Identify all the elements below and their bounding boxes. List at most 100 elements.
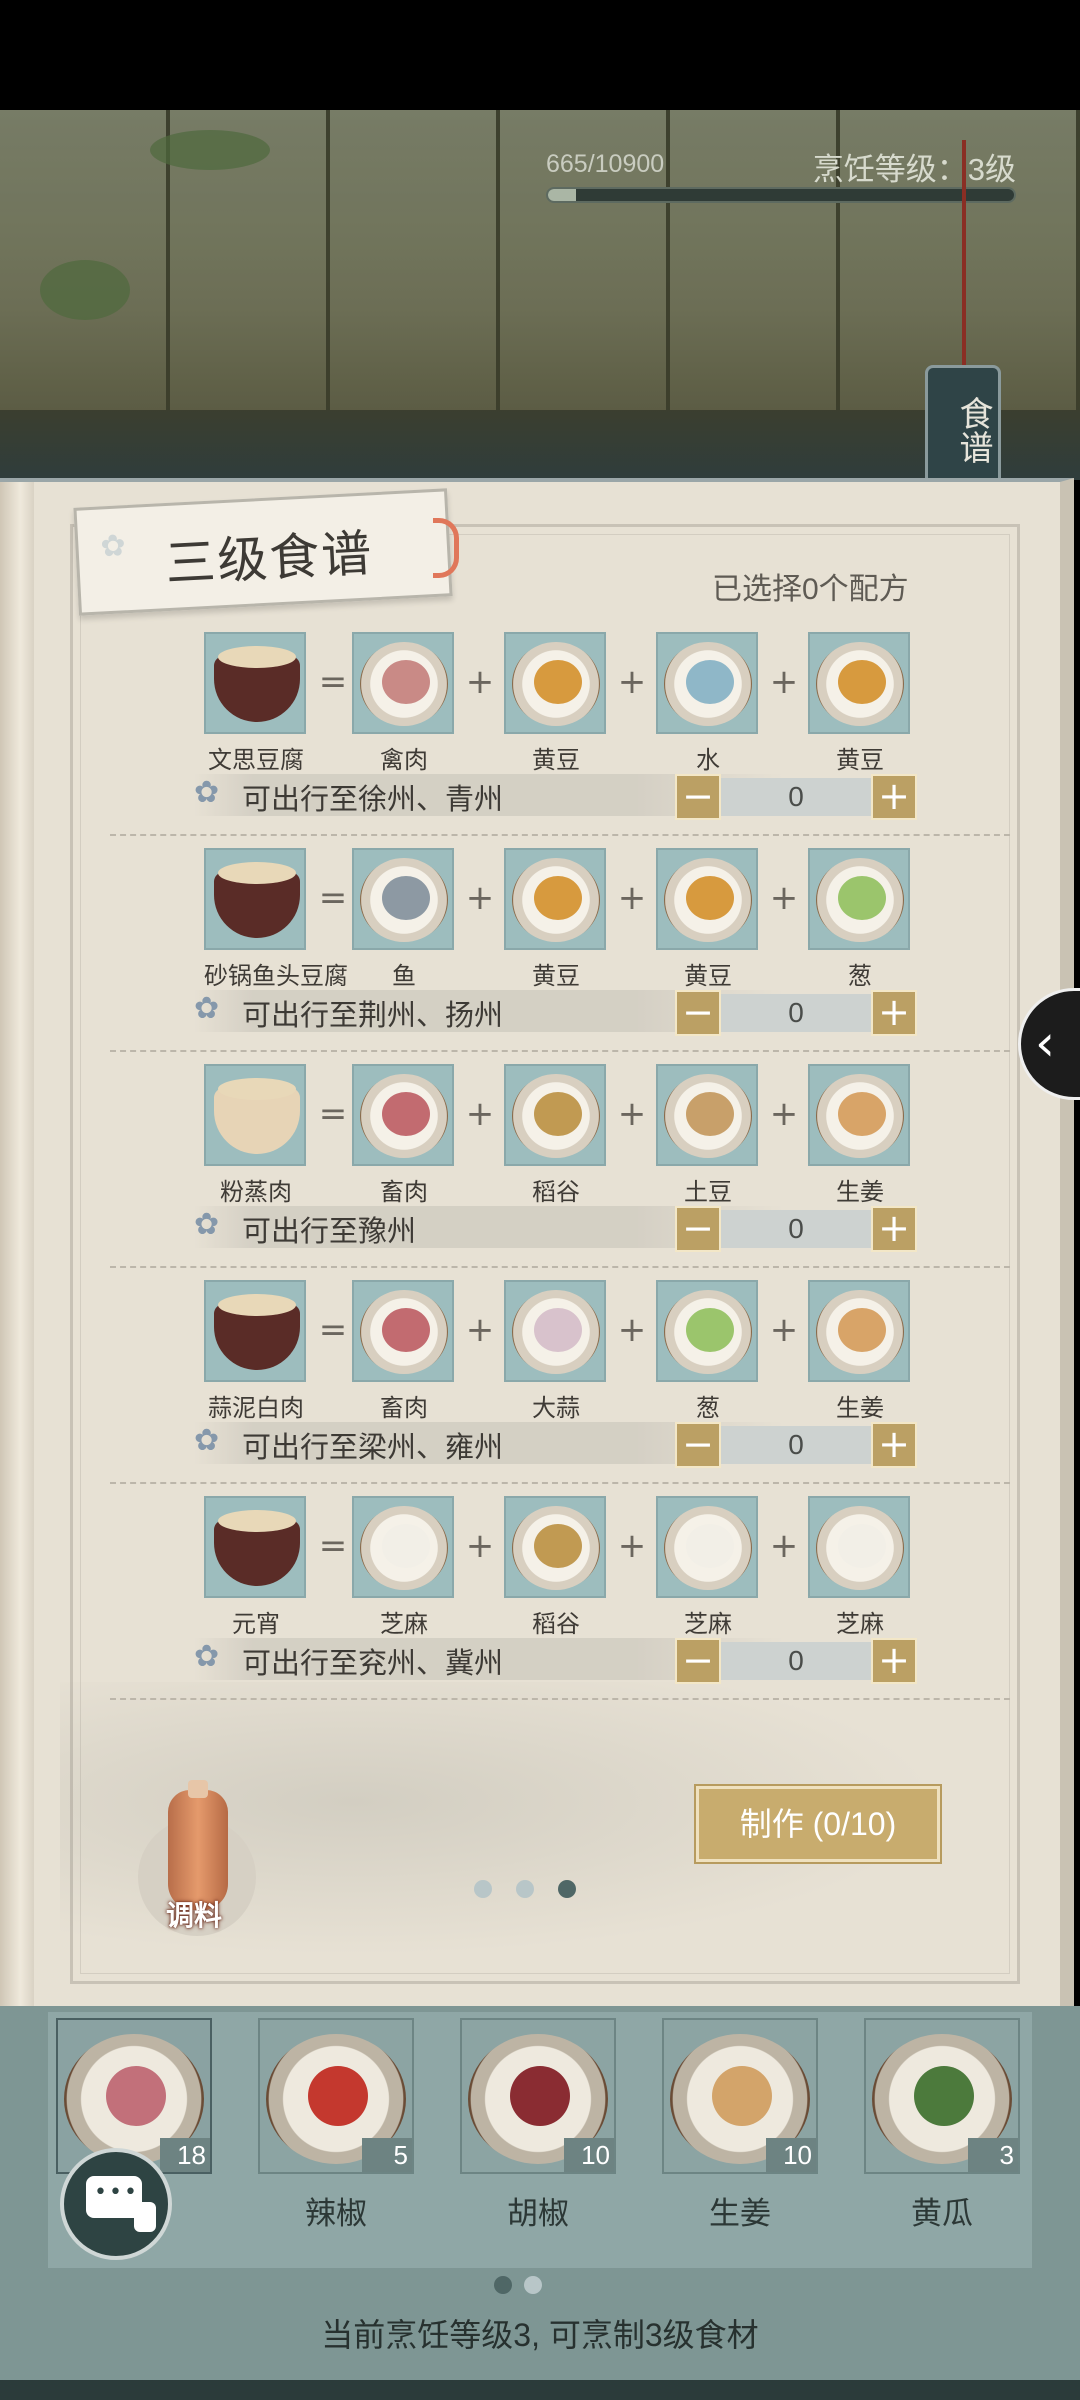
ingredient-icon bbox=[686, 1092, 734, 1136]
page-dot[interactable] bbox=[516, 1880, 534, 1898]
recipe-dish[interactable]: 元宵 bbox=[204, 1496, 308, 1639]
ingredient[interactable]: 生姜 bbox=[808, 1064, 912, 1207]
ingredient-name: 生姜 bbox=[836, 1395, 884, 1422]
ingredient[interactable]: 黄豆 bbox=[808, 632, 912, 775]
ingredient-icon bbox=[534, 1308, 582, 1352]
ingredient-name: 稻谷 bbox=[532, 1611, 580, 1638]
ingredient[interactable]: 鱼 bbox=[352, 848, 456, 991]
page-dot[interactable] bbox=[474, 1880, 492, 1898]
ingredient-icon bbox=[382, 1092, 430, 1136]
increment-button[interactable]: + bbox=[871, 1422, 917, 1468]
increment-button[interactable]: + bbox=[871, 990, 917, 1036]
ingredient-icon bbox=[308, 2066, 368, 2126]
item-name: 生姜 bbox=[709, 2196, 771, 2231]
ingredient[interactable]: 生姜 bbox=[808, 1280, 912, 1423]
ingredient[interactable]: 芝麻 bbox=[352, 1496, 456, 1639]
ingredient-icon bbox=[534, 660, 582, 704]
flower-icon: ✿ bbox=[194, 1639, 220, 1674]
divider bbox=[110, 1482, 1010, 1484]
page-title-text: 三级食谱 bbox=[163, 524, 375, 594]
plus-sign: + bbox=[769, 1526, 799, 1566]
ingredient[interactable]: 黄豆 bbox=[504, 848, 608, 991]
decrement-button[interactable]: − bbox=[675, 990, 721, 1036]
chat-button[interactable] bbox=[60, 2148, 172, 2260]
seasoning-button[interactable]: 调料 bbox=[132, 1780, 262, 1940]
ingredient-name: 畜肉 bbox=[380, 1395, 428, 1422]
ingredient-name: 葱 bbox=[696, 1395, 720, 1422]
dish-name: 文思豆腐 bbox=[208, 747, 304, 774]
increment-button[interactable]: + bbox=[871, 1638, 917, 1684]
increment-button[interactable]: + bbox=[871, 774, 917, 820]
ingredient-name: 芝麻 bbox=[380, 1611, 428, 1638]
ingredient-name: 水 bbox=[696, 747, 720, 774]
ingredient[interactable]: 畜肉 bbox=[352, 1064, 456, 1207]
ingredient[interactable]: 畜肉 bbox=[352, 1280, 456, 1423]
inventory-slot[interactable]: 10 生姜 bbox=[662, 2018, 818, 2231]
tab-recipe[interactable]: 食谱 bbox=[925, 365, 1001, 485]
inventory-slot[interactable]: 10 胡椒 bbox=[460, 2018, 616, 2231]
ingredient-icon bbox=[838, 1524, 886, 1568]
route-text: 可出行至荆州、扬州 bbox=[242, 1000, 504, 1032]
recipe-row: 文思豆腐 = + + + 禽肉 黄豆水黄豆 ✿ 可出行至徐州、青州 −0 + bbox=[110, 632, 1010, 848]
quantity-stepper: −0 + bbox=[675, 774, 917, 820]
recipe-dish[interactable]: 文思豆腐 bbox=[204, 632, 308, 775]
status-bar bbox=[0, 0, 1080, 110]
ingredient-name: 黄豆 bbox=[684, 963, 732, 990]
item-name: 辣椒 bbox=[305, 2196, 367, 2231]
item-count: 10 bbox=[564, 2138, 614, 2172]
ingredient-icon bbox=[510, 2066, 570, 2126]
ingredient-icon bbox=[838, 876, 886, 920]
quantity-value: 0 bbox=[721, 1642, 871, 1680]
ingredient[interactable]: 芝麻 bbox=[808, 1496, 912, 1639]
make-button[interactable]: 制作 (0/10) bbox=[694, 1784, 942, 1864]
ingredient-icon bbox=[838, 660, 886, 704]
dish-name: 砂锅鱼头豆腐 bbox=[204, 963, 348, 990]
ingredient-name: 稻谷 bbox=[532, 1179, 580, 1206]
ingredient[interactable]: 芝麻 bbox=[656, 1496, 760, 1639]
ingredient[interactable]: 水 bbox=[656, 632, 760, 775]
ingredient[interactable]: 稻谷 bbox=[504, 1064, 608, 1207]
ingredient-icon bbox=[686, 876, 734, 920]
ingredient[interactable]: 稻谷 bbox=[504, 1496, 608, 1639]
flower-icon: ✿ bbox=[194, 1207, 220, 1242]
ingredient[interactable]: 黄豆 bbox=[504, 632, 608, 775]
ingredient-icon bbox=[382, 1524, 430, 1568]
equals-sign: = bbox=[318, 1526, 348, 1566]
plus-sign: + bbox=[465, 1526, 495, 1566]
inventory-slot[interactable]: 5 辣椒 bbox=[258, 2018, 414, 2231]
dish-name: 元宵 bbox=[232, 1611, 280, 1638]
selected-count: 已选择0个配方 bbox=[712, 573, 909, 606]
ingredient[interactable]: 大蒜 bbox=[504, 1280, 608, 1423]
ingredient-name: 土豆 bbox=[684, 1179, 732, 1206]
decrement-button[interactable]: − bbox=[675, 1422, 721, 1468]
page-dot-active[interactable] bbox=[558, 1880, 576, 1898]
ingredient-icon bbox=[686, 1308, 734, 1352]
ingredient-icon bbox=[838, 1308, 886, 1352]
decrement-button[interactable]: − bbox=[675, 1206, 721, 1252]
recipe-dish[interactable]: 蒜泥白肉 bbox=[204, 1280, 308, 1423]
decrement-button[interactable]: − bbox=[675, 774, 721, 820]
cooking-level: 烹饪等级：3级 bbox=[812, 152, 1016, 187]
ingredient-name: 黄豆 bbox=[532, 963, 580, 990]
plus-sign: + bbox=[617, 1526, 647, 1566]
ingredient[interactable]: 黄豆 bbox=[656, 848, 760, 991]
recipe-dish[interactable]: 砂锅鱼头豆腐 bbox=[204, 848, 348, 991]
ingredient[interactable]: 葱 bbox=[656, 1280, 760, 1423]
increment-button[interactable]: + bbox=[871, 1206, 917, 1252]
dish-name: 蒜泥白肉 bbox=[208, 1395, 304, 1422]
page-dot[interactable] bbox=[524, 2276, 542, 2294]
ingredient-icon bbox=[534, 1092, 582, 1136]
plus-sign: + bbox=[769, 1310, 799, 1350]
ingredient-name: 葱 bbox=[848, 963, 872, 990]
ingredient[interactable]: 土豆 bbox=[656, 1064, 760, 1207]
route-text: 可出行至徐州、青州 bbox=[242, 784, 504, 816]
page-dot-active[interactable] bbox=[494, 2276, 512, 2294]
recipe-row: 元宵 = + + + 芝麻 稻谷 芝麻 芝麻 ✿ 可出行至兖州、冀州 −0 + bbox=[110, 1496, 1010, 1712]
dish-name: 粉蒸肉 bbox=[220, 1179, 292, 1206]
plus-sign: + bbox=[617, 662, 647, 702]
decrement-button[interactable]: − bbox=[675, 1638, 721, 1684]
inventory-slot[interactable]: 3 黄瓜 bbox=[864, 2018, 1020, 2231]
recipe-dish[interactable]: 粉蒸肉 bbox=[204, 1064, 308, 1207]
ingredient[interactable]: 禽肉 bbox=[352, 632, 456, 775]
ingredient[interactable]: 葱 bbox=[808, 848, 912, 991]
